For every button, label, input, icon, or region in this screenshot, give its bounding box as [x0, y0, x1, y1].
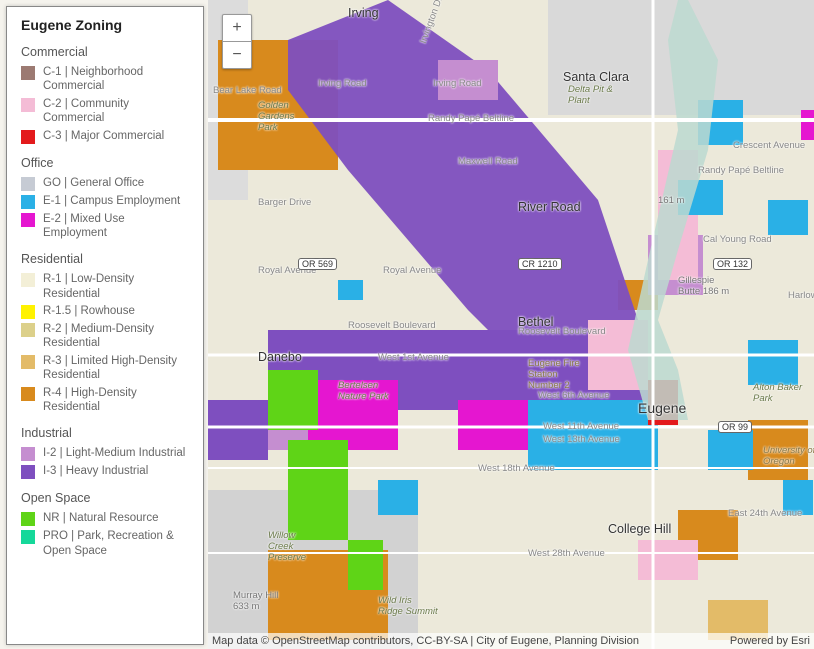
- swatch-pro: [21, 530, 35, 544]
- legend-item: E-2 | Mixed Use Employment: [21, 212, 191, 241]
- swatch-r4: [21, 387, 35, 401]
- legend-label: E-2 | Mixed Use Employment: [43, 212, 191, 241]
- legend-label: GO | General Office: [43, 176, 191, 190]
- legend-title: Eugene Zoning: [21, 17, 191, 33]
- attribution-bar: Map data © OpenStreetMap contributors, C…: [208, 633, 814, 649]
- swatch-e2: [21, 213, 35, 227]
- swatch-go: [21, 177, 35, 191]
- legend-item: R-4 | High-Density Residential: [21, 386, 191, 415]
- zoning-overlay: [208, 0, 814, 649]
- legend-panel: Eugene Zoning Commercial C-1 | Neighborh…: [6, 6, 204, 645]
- legend-item: R-1.5 | Rowhouse: [21, 304, 191, 319]
- legend-heading-commercial: Commercial: [21, 45, 191, 59]
- swatch-c2: [21, 98, 35, 112]
- legend-item: I-3 | Heavy Industrial: [21, 464, 191, 479]
- legend-item: R-3 | Limited High-Density Residential: [21, 354, 191, 383]
- zoom-in-button[interactable]: +: [223, 15, 251, 42]
- swatch-r3: [21, 355, 35, 369]
- legend-heading-open-space: Open Space: [21, 491, 191, 505]
- swatch-i3: [21, 465, 35, 479]
- legend-item: E-1 | Campus Employment: [21, 194, 191, 209]
- legend-label: R-4 | High-Density Residential: [43, 386, 191, 415]
- legend-item: R-2 | Medium-Density Residential: [21, 322, 191, 351]
- legend-heading-industrial: Industrial: [21, 426, 191, 440]
- legend-item: C-3 | Major Commercial: [21, 129, 191, 144]
- legend-item: PRO | Park, Recreation & Open Space: [21, 529, 191, 558]
- legend-label: PRO | Park, Recreation & Open Space: [43, 529, 191, 558]
- legend-label: NR | Natural Resource: [43, 511, 191, 525]
- attribution-left: Map data © OpenStreetMap contributors, C…: [212, 635, 639, 647]
- legend-label: C-1 | Neighborhood Commercial: [43, 65, 191, 94]
- legend-item: NR | Natural Resource: [21, 511, 191, 526]
- legend-heading-office: Office: [21, 156, 191, 170]
- legend-label: C-2 | Community Commercial: [43, 97, 191, 126]
- legend-item: R-1 | Low-Density Residential: [21, 272, 191, 301]
- swatch-c1: [21, 66, 35, 80]
- attribution-right: Powered by Esri: [730, 635, 810, 647]
- legend-item: GO | General Office: [21, 176, 191, 191]
- legend-label: C-3 | Major Commercial: [43, 129, 191, 143]
- legend-heading-residential: Residential: [21, 252, 191, 266]
- zoom-control: + −: [222, 14, 252, 69]
- map-canvas[interactable]: + − Irving Santa Clara River Road Bethel…: [208, 0, 814, 649]
- legend-label: R-1 | Low-Density Residential: [43, 272, 191, 301]
- legend-label: R-2 | Medium-Density Residential: [43, 322, 191, 351]
- zoom-out-button[interactable]: −: [223, 42, 251, 68]
- legend-item: I-2 | Light-Medium Industrial: [21, 446, 191, 461]
- legend-item: C-2 | Community Commercial: [21, 97, 191, 126]
- swatch-r1: [21, 273, 35, 287]
- swatch-e1: [21, 195, 35, 209]
- legend-item: C-1 | Neighborhood Commercial: [21, 65, 191, 94]
- swatch-r2: [21, 323, 35, 337]
- legend-label: R-1.5 | Rowhouse: [43, 304, 191, 318]
- app-root: + − Irving Santa Clara River Road Bethel…: [0, 0, 814, 649]
- legend-label: I-3 | Heavy Industrial: [43, 464, 191, 478]
- swatch-i2: [21, 447, 35, 461]
- legend-label: R-3 | Limited High-Density Residential: [43, 354, 191, 383]
- legend-label: I-2 | Light-Medium Industrial: [43, 446, 191, 460]
- swatch-r15: [21, 305, 35, 319]
- swatch-c3: [21, 130, 35, 144]
- swatch-nr: [21, 512, 35, 526]
- legend-label: E-1 | Campus Employment: [43, 194, 191, 208]
